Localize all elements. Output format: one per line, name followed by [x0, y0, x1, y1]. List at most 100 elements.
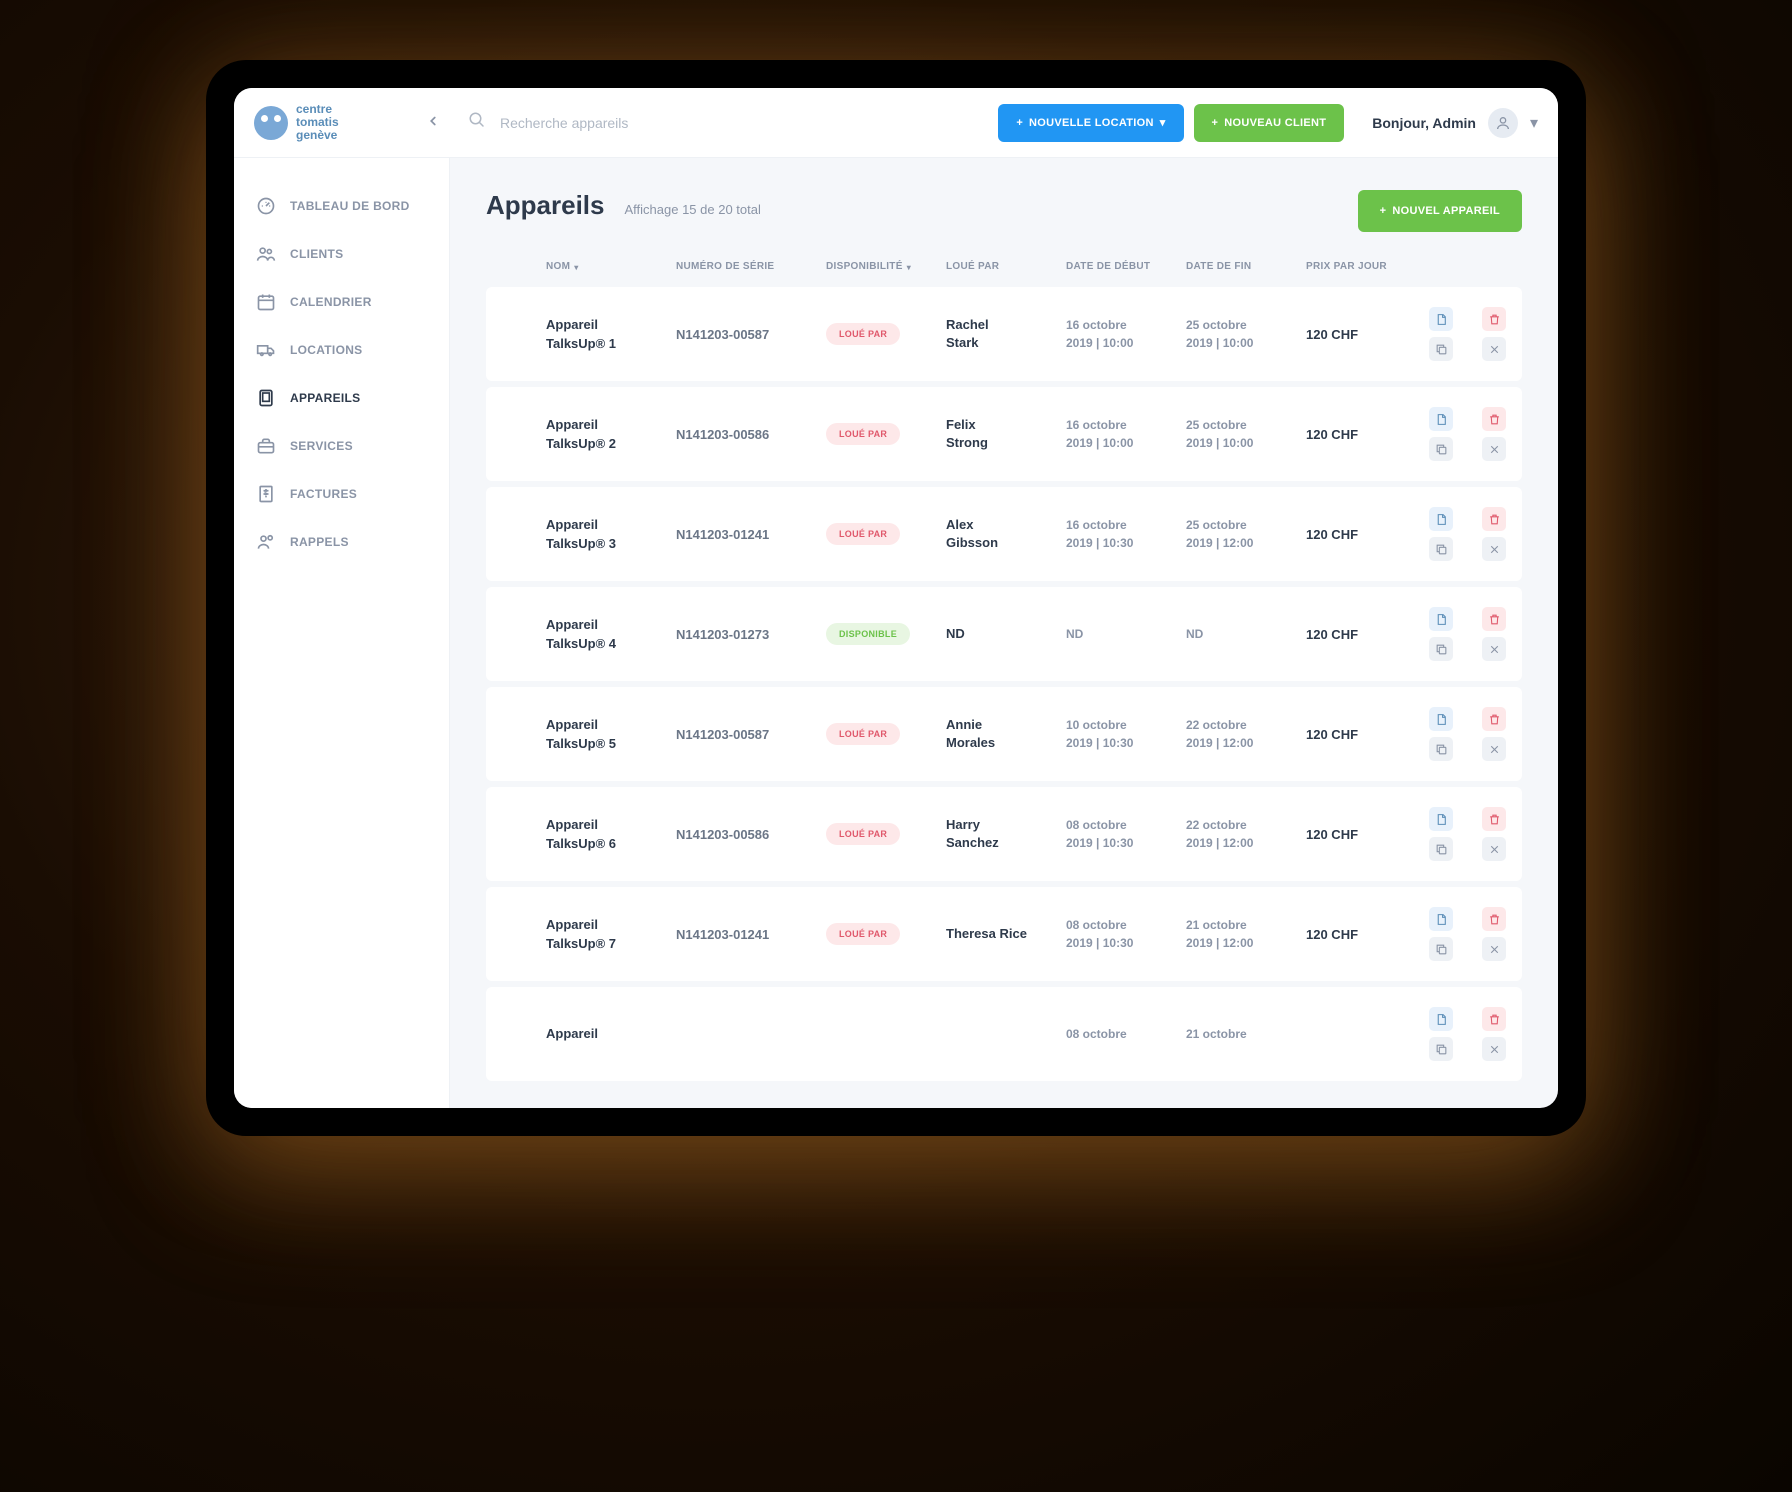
- sidebar-item-calendar[interactable]: CALENDRIER: [234, 278, 449, 326]
- svg-text:$: $: [264, 491, 268, 497]
- tools-icon[interactable]: [1482, 837, 1506, 861]
- table-row[interactable]: AppareilTalksUp® 3N141203-01241LOUÉ PARA…: [486, 487, 1522, 581]
- sidebar-item-invoice[interactable]: $ FACTURES: [234, 470, 449, 518]
- cell-end-date: 21 octobre2019 | 12:00: [1186, 916, 1306, 952]
- copy-icon[interactable]: [1429, 737, 1453, 761]
- dashboard-icon: [256, 196, 276, 216]
- trash-icon[interactable]: [1482, 407, 1506, 431]
- col-loue-par[interactable]: LOUÉ PAR: [946, 260, 1066, 273]
- trash-icon[interactable]: [1482, 307, 1506, 331]
- main-content: Appareils Affichage 15 de 20 total + NOU…: [450, 158, 1558, 1108]
- cell-renter: HarrySanchez: [946, 816, 1066, 852]
- table-row[interactable]: Appareil08 octobre21 octobre: [486, 987, 1522, 1081]
- cell-price: 120 CHF: [1306, 727, 1406, 742]
- document-icon[interactable]: [1429, 907, 1453, 931]
- row-actions: [1406, 507, 1506, 561]
- row-actions: [1406, 1007, 1506, 1061]
- table-row[interactable]: AppareilTalksUp® 2N141203-00586LOUÉ PAR F…: [486, 387, 1522, 481]
- trash-icon[interactable]: [1482, 907, 1506, 931]
- document-icon[interactable]: [1429, 707, 1453, 731]
- page-subtitle: Affichage 15 de 20 total: [625, 202, 761, 217]
- brand-text: centre tomatis genève: [296, 103, 339, 143]
- status-badge: LOUÉ PAR: [826, 423, 900, 445]
- trash-icon[interactable]: [1482, 607, 1506, 631]
- trash-icon[interactable]: [1482, 707, 1506, 731]
- document-icon[interactable]: [1429, 807, 1453, 831]
- document-icon[interactable]: [1429, 607, 1453, 631]
- chevron-down-icon: ▾: [1160, 116, 1166, 129]
- row-actions: [1406, 907, 1506, 961]
- cell-status: LOUÉ PAR: [826, 723, 946, 745]
- document-icon[interactable]: [1429, 1007, 1453, 1031]
- cell-name: AppareilTalksUp® 4: [546, 615, 676, 654]
- tools-icon[interactable]: [1482, 637, 1506, 661]
- new-client-button[interactable]: + NOUVEAU CLIENT: [1194, 104, 1345, 142]
- table-row[interactable]: AppareilTalksUp® 1N141203-00587LOUÉ PARR…: [486, 287, 1522, 381]
- copy-icon[interactable]: [1429, 337, 1453, 361]
- brand-logo[interactable]: centre tomatis genève: [254, 103, 444, 143]
- briefcase-icon: [256, 436, 276, 456]
- sidebar-item-users[interactable]: CLIENTS: [234, 230, 449, 278]
- tools-icon[interactable]: [1482, 537, 1506, 561]
- trash-icon[interactable]: [1482, 1007, 1506, 1031]
- table-row[interactable]: AppareilTalksUp® 4N141203-01273DISPONIBL…: [486, 587, 1522, 681]
- calendar-icon: [256, 292, 276, 312]
- sidebar-item-label: LOCATIONS: [290, 343, 362, 357]
- tools-icon[interactable]: [1482, 1037, 1506, 1061]
- sidebar-collapse-icon[interactable]: [426, 114, 444, 132]
- status-badge: LOUÉ PAR: [826, 923, 900, 945]
- document-icon[interactable]: [1429, 507, 1453, 531]
- sidebar-item-dashboard[interactable]: TABLEAU DE BORD: [234, 182, 449, 230]
- table-row[interactable]: AppareilTalksUp® 7N141203-01241LOUÉ PART…: [486, 887, 1522, 981]
- invoice-icon: $: [256, 484, 276, 504]
- table-row[interactable]: AppareilTalksUp® 6N141203-00586LOUÉ PARH…: [486, 787, 1522, 881]
- sidebar-item-bell[interactable]: RAPPELS: [234, 518, 449, 566]
- document-icon[interactable]: [1429, 307, 1453, 331]
- copy-icon[interactable]: [1429, 937, 1453, 961]
- cell-price: 120 CHF: [1306, 927, 1406, 942]
- col-date-debut[interactable]: DATE DE DÉBUT: [1066, 260, 1186, 273]
- table-row[interactable]: AppareilTalksUp® 5N141203-00587LOUÉ PARA…: [486, 687, 1522, 781]
- new-location-button[interactable]: + NOUVELLE LOCATION ▾: [998, 104, 1183, 142]
- sidebar-item-briefcase[interactable]: SERVICES: [234, 422, 449, 470]
- status-badge: LOUÉ PAR: [826, 523, 900, 545]
- search-input[interactable]: [500, 115, 974, 131]
- copy-icon[interactable]: [1429, 1037, 1453, 1061]
- col-nom[interactable]: NOM▾: [546, 260, 676, 273]
- plus-icon: +: [1380, 205, 1387, 217]
- cell-status: LOUÉ PAR: [826, 823, 946, 845]
- trash-icon[interactable]: [1482, 507, 1506, 531]
- tools-icon[interactable]: [1482, 737, 1506, 761]
- cell-status: LOUÉ PAR: [826, 523, 946, 545]
- col-date-fin[interactable]: DATE DE FIN: [1186, 260, 1306, 273]
- col-disponibilite[interactable]: DISPONIBILITÉ ▾: [826, 260, 946, 273]
- col-serial[interactable]: NUMÉRO DE SÉRIE: [676, 260, 826, 273]
- sidebar-item-label: FACTURES: [290, 487, 357, 501]
- tools-icon[interactable]: [1482, 337, 1506, 361]
- cell-price: 120 CHF: [1306, 327, 1406, 342]
- document-icon[interactable]: [1429, 407, 1453, 431]
- new-device-button[interactable]: + NOUVEL APPAREIL: [1358, 190, 1522, 232]
- cell-name: AppareilTalksUp® 6: [546, 815, 676, 854]
- cell-name: AppareilTalksUp® 2: [546, 415, 676, 454]
- tools-icon[interactable]: [1482, 437, 1506, 461]
- trash-icon[interactable]: [1482, 807, 1506, 831]
- sidebar-item-device[interactable]: APPAREILS: [234, 374, 449, 422]
- tools-icon[interactable]: [1482, 937, 1506, 961]
- sidebar-item-truck[interactable]: LOCATIONS: [234, 326, 449, 374]
- sort-indicator-icon: ▾: [907, 263, 911, 273]
- truck-icon: [256, 340, 276, 360]
- sidebar-item-label: RAPPELS: [290, 535, 349, 549]
- cell-serial: N141203-00586: [676, 427, 826, 442]
- search-icon: [468, 111, 486, 134]
- cell-end-date: 22 octobre2019 | 12:00: [1186, 816, 1306, 852]
- copy-icon[interactable]: [1429, 837, 1453, 861]
- cell-status: LOUÉ PAR: [826, 323, 946, 345]
- copy-icon[interactable]: [1429, 537, 1453, 561]
- col-prix[interactable]: PRIX PAR JOUR: [1306, 260, 1406, 273]
- copy-icon[interactable]: [1429, 437, 1453, 461]
- user-menu[interactable]: Bonjour, Admin ▾: [1372, 108, 1538, 138]
- status-badge: LOUÉ PAR: [826, 823, 900, 845]
- copy-icon[interactable]: [1429, 637, 1453, 661]
- cell-renter: FelixStrong: [946, 416, 1066, 452]
